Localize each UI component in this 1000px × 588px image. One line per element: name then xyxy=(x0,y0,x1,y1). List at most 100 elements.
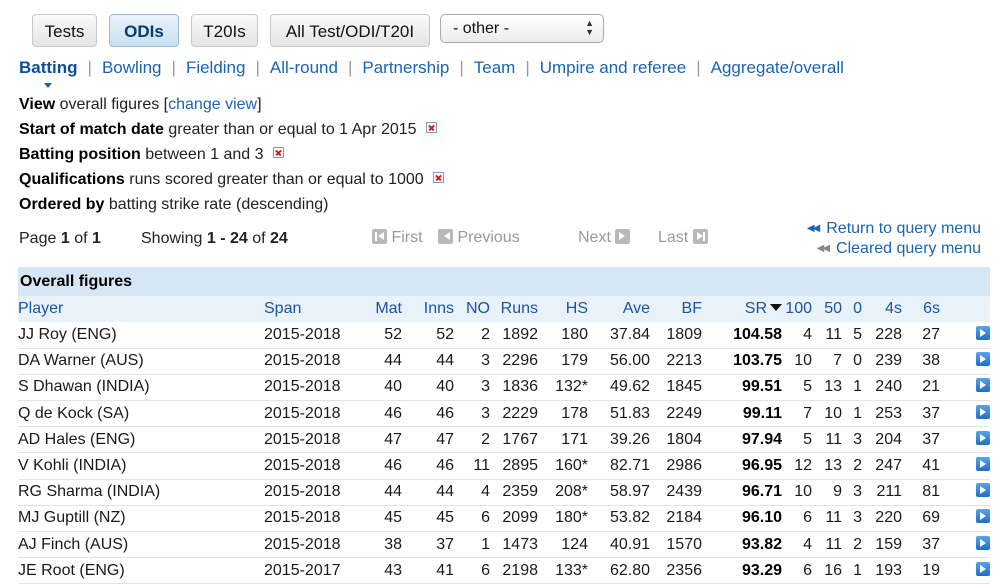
cell-bf: 2439 xyxy=(666,483,702,501)
cell-ave: 37.84 xyxy=(609,325,650,343)
cell-player[interactable]: S Dhawan (INDIA) xyxy=(18,374,264,400)
cell-player[interactable]: DA Warner (AUS) xyxy=(18,348,264,374)
cell-player[interactable]: AJ Finch (AUS) xyxy=(18,532,264,558)
cell-runs: 2359 xyxy=(502,483,538,501)
last-page-icon xyxy=(692,229,708,244)
cell-runs: 2229 xyxy=(502,404,538,422)
cell-6s: 27 xyxy=(922,325,940,343)
cell-inns: 52 xyxy=(436,325,454,343)
cell-player[interactable]: Q de Kock (SA) xyxy=(18,401,264,427)
nav-partnership[interactable]: Partnership xyxy=(362,58,449,77)
cell-mat: 40 xyxy=(384,378,402,396)
cell-sr: 99.11 xyxy=(742,404,782,422)
row-details-arrow-icon[interactable] xyxy=(976,378,990,393)
first-page-button[interactable]: First xyxy=(372,229,423,247)
cell-span: 2015-2018 xyxy=(264,457,341,475)
cell-50: 16 xyxy=(824,561,842,579)
row-details-arrow-icon[interactable] xyxy=(976,430,990,445)
rewind-icon: ◀◀ xyxy=(816,243,830,254)
row-details-arrow-icon[interactable] xyxy=(976,509,990,524)
cell-sr: 96.10 xyxy=(741,509,782,527)
cell-0: 3 xyxy=(853,509,862,527)
header-bf[interactable]: BF xyxy=(650,296,702,322)
row-details-arrow-icon[interactable] xyxy=(976,325,990,340)
cell-mat: 43 xyxy=(384,561,402,579)
cell-0: 0 xyxy=(853,352,862,370)
cell-sr: 99.51 xyxy=(741,378,782,396)
row-details-arrow-icon[interactable] xyxy=(976,352,990,367)
header-mat[interactable]: Mat xyxy=(354,296,402,322)
showing-indicator: Showing 1 - 24 of 24 xyxy=(141,230,288,247)
header-runs[interactable]: Runs xyxy=(490,296,538,322)
cell-player[interactable]: JE Root (ENG) xyxy=(18,558,264,584)
cell-hs: 124 xyxy=(561,535,588,553)
cleared-query-link[interactable]: Cleared query menu xyxy=(836,240,981,257)
header-0[interactable]: 0 xyxy=(842,296,862,322)
header-span[interactable]: Span xyxy=(264,296,354,322)
cell-6s: 81 xyxy=(922,483,940,501)
tab-tests[interactable]: Tests xyxy=(32,14,97,47)
tab-all-formats[interactable]: All Test/ODI/T20I xyxy=(270,14,430,47)
cell-player[interactable]: JJ Roy (ENG) xyxy=(18,322,264,348)
header-hs[interactable]: HS xyxy=(538,296,588,322)
cell-4s: 193 xyxy=(875,561,902,579)
table-row: DA Warner (AUS) 2015-2018 44 44 3 2296 179 56.0… xyxy=(18,348,990,375)
remove-filter-icon[interactable] xyxy=(432,172,444,183)
nav-all-round[interactable]: All-round xyxy=(270,58,338,77)
table-header-row: Player Span Mat Inns NO Runs HS Ave BF S… xyxy=(18,296,990,322)
cell-0: 1 xyxy=(853,378,862,396)
row-details-arrow-icon[interactable] xyxy=(976,561,990,576)
cell-player[interactable]: AD Hales (ENG) xyxy=(18,427,264,453)
nav-bowling[interactable]: Bowling xyxy=(102,58,162,77)
header-4s[interactable]: 4s xyxy=(862,296,902,322)
cell-0: 2 xyxy=(853,457,862,475)
nav-umpire[interactable]: Umpire and referee xyxy=(540,58,686,77)
nav-fielding[interactable]: Fielding xyxy=(186,58,246,77)
cell-player[interactable]: MJ Guptill (NZ) xyxy=(18,505,264,531)
stat-type-nav: Batting | Bowling | Fielding | All-round | Partn… xyxy=(19,58,844,77)
cell-50: 13 xyxy=(824,457,842,475)
cell-sr: 96.71 xyxy=(741,483,782,501)
cell-100: 10 xyxy=(794,352,812,370)
cell-inns: 40 xyxy=(436,378,454,396)
nav-batting[interactable]: Batting xyxy=(19,58,78,77)
cell-runs: 1836 xyxy=(502,378,538,396)
row-details-arrow-icon[interactable] xyxy=(976,483,990,498)
cell-player[interactable]: RG Sharma (INDIA) xyxy=(18,479,264,505)
row-details-arrow-icon[interactable] xyxy=(976,457,990,472)
header-100[interactable]: 100 xyxy=(782,296,812,322)
header-50[interactable]: 50 xyxy=(812,296,842,322)
previous-page-button[interactable]: Previous xyxy=(438,229,520,247)
cell-span: 2015-2018 xyxy=(264,483,341,501)
header-no[interactable]: NO xyxy=(454,296,490,322)
remove-filter-icon[interactable] xyxy=(272,147,284,158)
cell-100: 4 xyxy=(803,325,812,343)
cell-6s: 19 xyxy=(922,561,940,579)
header-ave[interactable]: Ave xyxy=(588,296,650,322)
cell-no: 6 xyxy=(481,561,490,579)
nav-aggregate[interactable]: Aggregate/overall xyxy=(711,58,844,77)
cell-inns: 37 xyxy=(436,535,454,553)
header-inns[interactable]: Inns xyxy=(402,296,454,322)
cell-hs: 179 xyxy=(561,352,588,370)
header-6s[interactable]: 6s xyxy=(902,296,940,322)
remove-filter-icon[interactable] xyxy=(425,122,437,133)
cell-bf: 1804 xyxy=(666,430,702,448)
tab-t20is[interactable]: T20Is xyxy=(191,14,258,47)
header-sr[interactable]: SR xyxy=(702,296,782,322)
other-select[interactable]: - other - ▲ ▼ xyxy=(440,14,604,43)
row-details-arrow-icon[interactable] xyxy=(976,404,990,419)
row-details-arrow-icon[interactable] xyxy=(976,535,990,550)
cell-player[interactable]: V Kohli (INDIA) xyxy=(18,453,264,479)
tab-odis[interactable]: ODIs xyxy=(109,14,179,47)
query-view: View overall figures [change view] xyxy=(19,96,262,113)
previous-page-icon xyxy=(438,229,453,244)
cell-span: 2015-2018 xyxy=(264,509,341,527)
next-page-button[interactable]: Next xyxy=(578,229,631,247)
last-page-button[interactable]: Last xyxy=(658,229,708,247)
return-query-link[interactable]: Return to query menu xyxy=(826,220,981,237)
cell-mat: 44 xyxy=(384,352,402,370)
header-player[interactable]: Player xyxy=(18,296,264,322)
change-view-link[interactable]: change view xyxy=(168,96,257,113)
nav-team[interactable]: Team xyxy=(474,58,516,77)
